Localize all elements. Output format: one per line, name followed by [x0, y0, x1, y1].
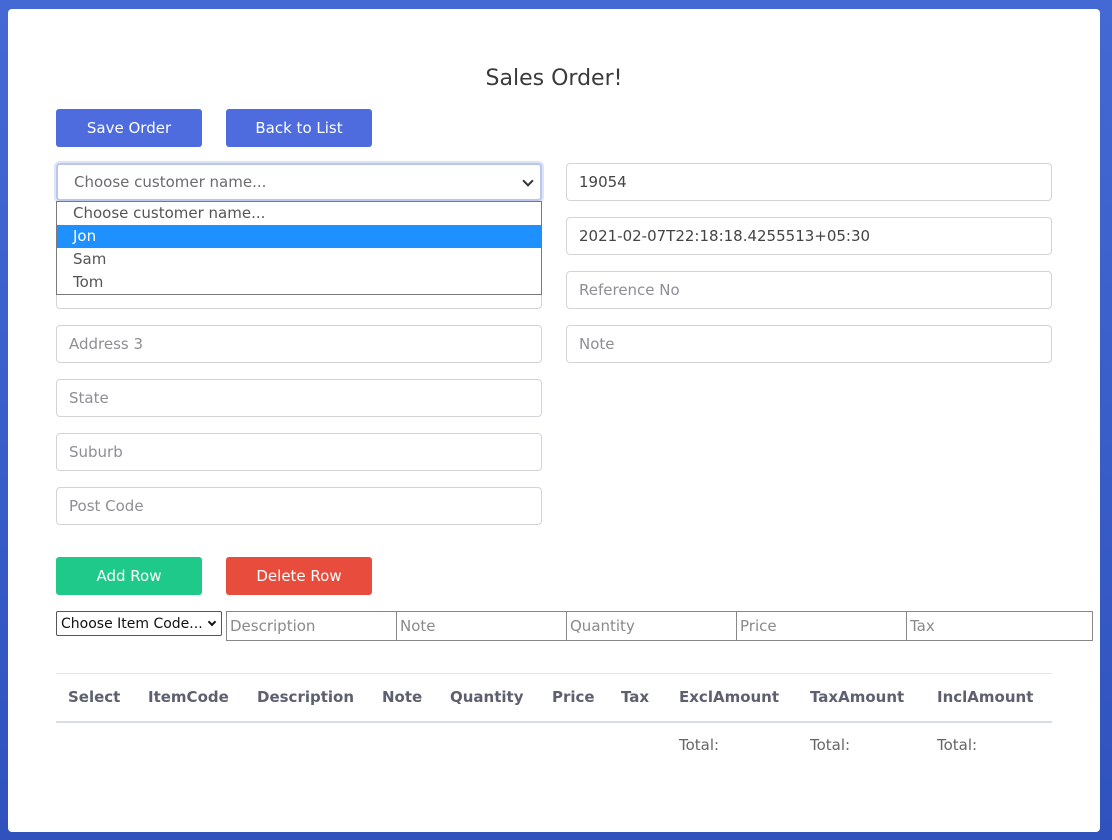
item-code-select[interactable]: Choose Item Code...: [56, 611, 222, 636]
column-header-price: Price: [540, 673, 609, 723]
address3-field[interactable]: [56, 325, 542, 363]
item-code-select-value: Choose Item Code...: [61, 615, 203, 632]
customer-select-value: Choose customer name...: [74, 173, 267, 191]
order-lines-table: Select ItemCode Description Note Quantit…: [56, 673, 1052, 768]
price-input[interactable]: [736, 611, 907, 641]
chevron-down-icon: [207, 617, 217, 627]
column-header-inclamount: InclAmount: [925, 673, 1052, 723]
column-header-exclamount: ExclAmount: [667, 673, 798, 723]
customer-option[interactable]: Tom: [57, 271, 541, 294]
order-date-field[interactable]: [566, 217, 1052, 255]
suburb-field[interactable]: [56, 433, 542, 471]
order-number-field[interactable]: [566, 163, 1052, 201]
column-header-note: Note: [370, 673, 438, 723]
customer-option[interactable]: Sam: [57, 248, 541, 271]
customer-option[interactable]: Choose customer name...: [57, 202, 541, 225]
customer-option-highlighted[interactable]: Jon: [57, 225, 541, 248]
reference-no-field[interactable]: [566, 271, 1052, 309]
empty-cell: [609, 722, 667, 768]
empty-cell: [56, 722, 136, 768]
quantity-input[interactable]: [566, 611, 737, 641]
tax-input[interactable]: [906, 611, 1093, 641]
chevron-down-icon: [522, 175, 534, 187]
empty-cell: [370, 722, 438, 768]
totals-row: Total: Total: Total:: [56, 722, 1052, 768]
tax-total-label: Total:: [810, 736, 851, 754]
column-header-tax: Tax: [609, 673, 667, 723]
column-header-taxamount: TaxAmount: [798, 673, 925, 723]
add-row-button[interactable]: Add Row: [56, 557, 202, 595]
column-header-select: Select: [56, 673, 136, 723]
customer-dropdown-list: Choose customer name... Jon Sam Tom: [56, 201, 542, 295]
empty-cell: [438, 722, 540, 768]
column-header-description: Description: [245, 673, 370, 723]
save-order-button[interactable]: Save Order: [56, 109, 202, 147]
empty-cell: [540, 722, 609, 768]
empty-cell: [136, 722, 245, 768]
page-title: Sales Order!: [485, 66, 623, 91]
state-field[interactable]: [56, 379, 542, 417]
postcode-field[interactable]: [56, 487, 542, 525]
column-header-itemcode: ItemCode: [136, 673, 245, 723]
customer-select[interactable]: Choose customer name...: [56, 163, 542, 201]
delete-row-button[interactable]: Delete Row: [226, 557, 372, 595]
incl-total-label: Total:: [937, 736, 978, 754]
back-to-list-button[interactable]: Back to List: [226, 109, 372, 147]
note-field[interactable]: [566, 325, 1052, 363]
empty-cell: [245, 722, 370, 768]
table-header-row: Select ItemCode Description Note Quantit…: [56, 673, 1052, 723]
column-header-quantity: Quantity: [438, 673, 540, 723]
description-input[interactable]: [226, 611, 397, 641]
excl-total-label: Total:: [679, 736, 720, 754]
note-input[interactable]: [396, 611, 567, 641]
